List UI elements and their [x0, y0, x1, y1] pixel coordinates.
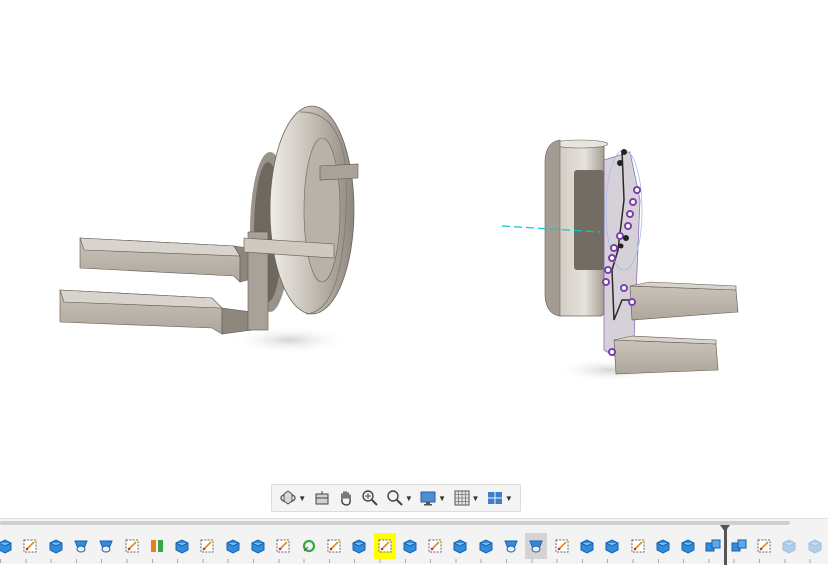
timeline-scrollbar[interactable] — [0, 521, 790, 525]
chevron-down-icon[interactable]: ▼ — [438, 494, 446, 503]
sketch-feature-icon — [125, 539, 138, 553]
timeline-item-sketch[interactable] — [424, 533, 446, 559]
revolve-feature-icon — [529, 540, 544, 553]
right-assembly[interactable] — [501, 139, 739, 382]
extrude-feature-icon — [352, 539, 366, 554]
timeline-item-sketch[interactable] — [323, 533, 345, 559]
extrude-feature-icon — [580, 539, 594, 554]
timeline-item-extrude[interactable] — [399, 533, 421, 559]
timeline-item-extrude[interactable] — [601, 533, 623, 559]
extrude-feature-icon — [681, 539, 695, 554]
viewports-button[interactable]: ▼ — [486, 487, 513, 509]
extrude-feature-icon — [251, 539, 265, 554]
sketch-feature-icon — [200, 539, 214, 553]
chevron-down-icon[interactable]: ▼ — [472, 494, 480, 503]
extrude-feature-icon — [782, 539, 796, 554]
timeline-item-combine[interactable] — [728, 533, 750, 559]
timeline-item-extrude[interactable] — [677, 533, 699, 559]
timeline-item-sketch[interactable] — [19, 533, 41, 559]
timeline-item-revolve[interactable] — [95, 533, 117, 559]
sketch-feature-icon — [428, 539, 442, 553]
timeline-item-extrude[interactable] — [0, 533, 16, 559]
zoom-button[interactable] — [361, 487, 379, 509]
sketch-feature-icon — [631, 539, 644, 553]
look-at-button[interactable] — [313, 487, 331, 509]
combine-feature-icon — [705, 539, 721, 552]
timeline-ticks — [0, 559, 828, 563]
orbit-icon — [280, 490, 296, 505]
zoom-icon — [362, 490, 379, 506]
timeline-item-sketch[interactable] — [753, 533, 775, 559]
look-at-icon — [315, 491, 329, 505]
pan-hand-icon — [341, 491, 351, 506]
timeline-item-extrude[interactable] — [652, 533, 674, 559]
extrude-feature-icon — [656, 539, 670, 554]
timeline-item-sketch[interactable] — [272, 533, 294, 559]
timeline-item-extrude[interactable] — [804, 533, 826, 559]
canvas-viewport[interactable] — [0, 0, 828, 520]
extrude-feature-icon — [175, 539, 189, 554]
timeline-item-split[interactable] — [146, 533, 168, 559]
grid-icon — [454, 490, 469, 506]
display-settings-button[interactable]: ▼ — [419, 487, 446, 509]
timeline — [0, 518, 828, 565]
orbit-button[interactable]: ▼ — [279, 487, 306, 509]
timeline-item-extrude[interactable] — [45, 533, 67, 559]
chevron-down-icon[interactable]: ▼ — [298, 494, 306, 503]
timeline-item-fillet[interactable] — [298, 533, 320, 559]
timeline-item-sketch[interactable] — [373, 533, 396, 559]
chevron-down-icon[interactable]: ▼ — [405, 494, 413, 503]
timeline-item-extrude[interactable] — [222, 533, 244, 559]
split-feature-icon — [150, 540, 163, 552]
navigation-toolbar: ▼ ▼ ▼ ▼ ▼ — [271, 484, 521, 512]
extrude-feature-icon — [0, 539, 12, 554]
timeline-item-extrude[interactable] — [576, 533, 598, 559]
timeline-item-extrude[interactable] — [475, 533, 497, 559]
fillet-feature-icon — [302, 539, 315, 553]
sketch-feature-icon — [555, 539, 569, 553]
timeline-item-revolve[interactable] — [500, 533, 522, 559]
zoom-window-button[interactable]: ▼ — [386, 487, 413, 509]
timeline-item-extrude[interactable] — [449, 533, 471, 559]
extrude-feature-icon — [403, 539, 417, 554]
chevron-down-icon[interactable]: ▼ — [505, 494, 513, 503]
sketch-feature-icon — [378, 539, 391, 553]
extrude-feature-icon — [453, 539, 467, 554]
viewports-icon — [487, 492, 502, 504]
timeline-item-revolve[interactable] — [525, 533, 548, 559]
timeline-item-sketch[interactable] — [627, 533, 649, 559]
revolve-feature-icon — [504, 540, 518, 553]
revolve-feature-icon — [74, 540, 88, 553]
extrude-feature-icon — [226, 539, 240, 554]
sketch-feature-icon — [23, 539, 37, 553]
zoom-window-icon — [387, 490, 403, 506]
sketch-feature-icon — [757, 539, 771, 553]
extrude-feature-icon — [49, 539, 63, 554]
timeline-item-extrude[interactable] — [348, 533, 370, 559]
grid-snaps-button[interactable]: ▼ — [453, 487, 480, 509]
sketch-feature-icon — [327, 539, 341, 553]
timeline-item-sketch[interactable] — [551, 533, 573, 559]
display-settings-icon — [420, 491, 436, 506]
sketch-feature-icon — [276, 539, 290, 553]
extrude-feature-icon — [605, 539, 619, 554]
timeline-item-sketch[interactable] — [196, 533, 218, 559]
combine-feature-icon — [731, 539, 747, 552]
left-assembly[interactable] — [59, 105, 359, 354]
pan-button[interactable] — [337, 487, 355, 509]
timeline-item-extrude[interactable] — [778, 533, 800, 559]
extrude-feature-icon — [479, 539, 493, 554]
extrude-feature-icon — [808, 539, 822, 554]
model-view[interactable] — [0, 0, 828, 520]
timeline-item-combine[interactable] — [702, 533, 724, 559]
timeline-item-extrude[interactable] — [247, 533, 269, 559]
timeline-item-sketch[interactable] — [121, 533, 143, 559]
revolve-feature-icon — [99, 540, 113, 553]
timeline-item-extrude[interactable] — [171, 533, 193, 559]
timeline-items — [0, 533, 828, 559]
timeline-item-revolve[interactable] — [70, 533, 92, 559]
